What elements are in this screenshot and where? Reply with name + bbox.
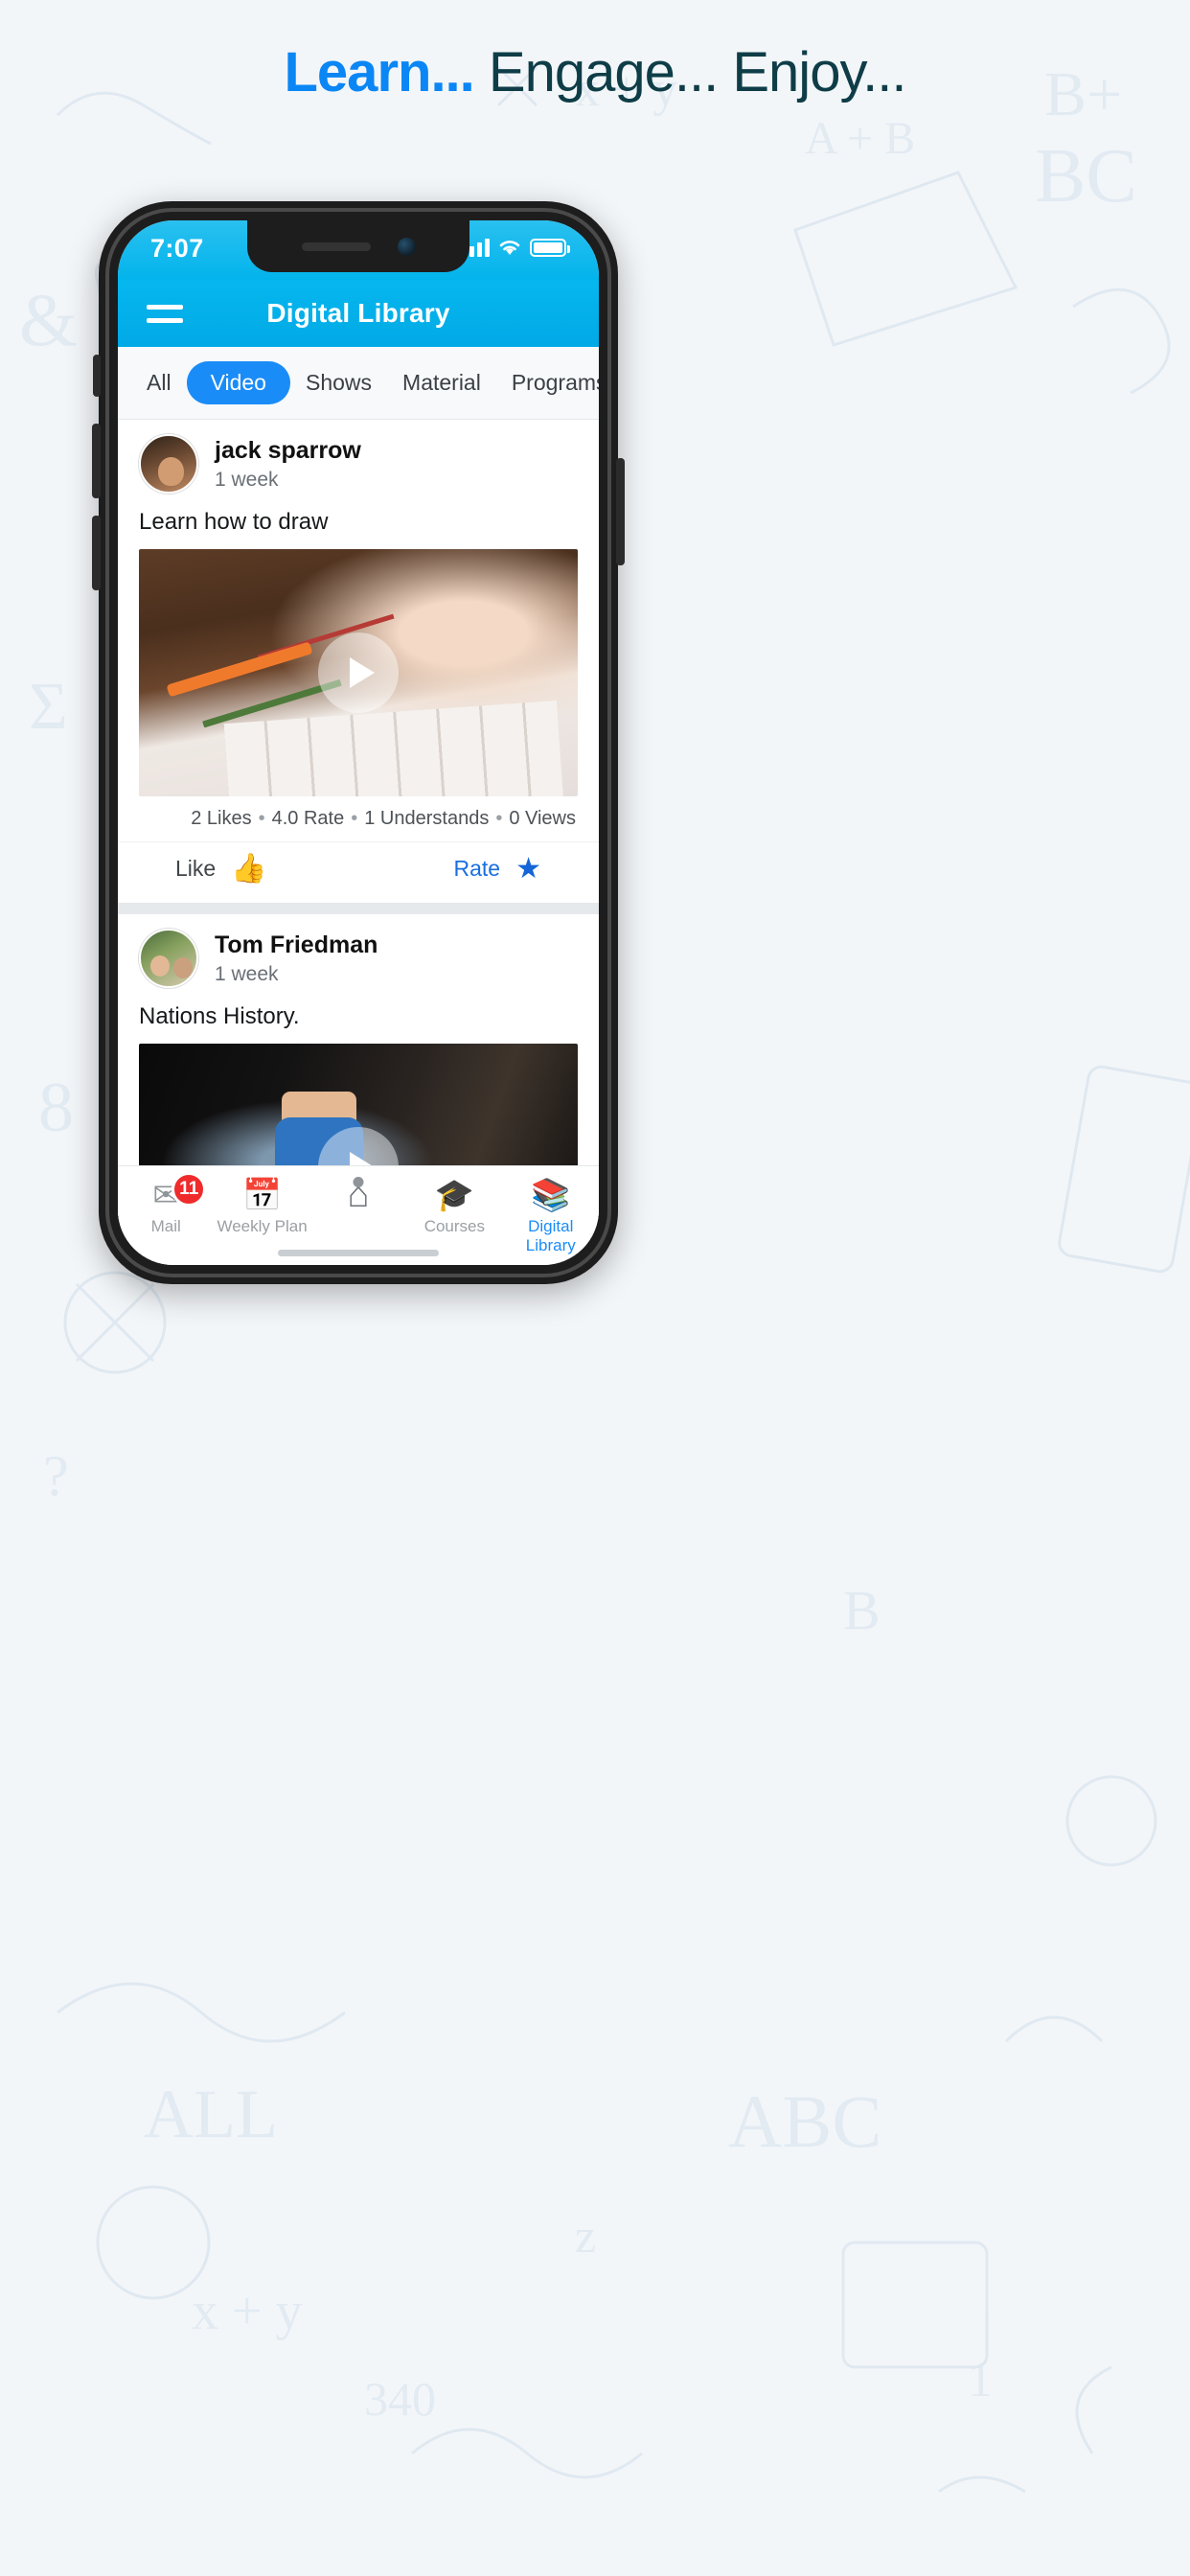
app-bar: Digital Library xyxy=(118,280,599,347)
post-header: Tom Friedman 1 week xyxy=(118,914,599,996)
like-label: Like xyxy=(175,856,217,881)
tab-shows[interactable]: Shows xyxy=(290,361,387,404)
phone-body: 7:07 Digital Library All Video Shows Mat… xyxy=(109,212,607,1274)
phone-notch xyxy=(247,220,469,272)
tab-material[interactable]: Material xyxy=(387,361,496,404)
power-button[interactable] xyxy=(616,458,625,565)
like-button[interactable]: Like 👍 xyxy=(175,852,267,886)
nav-label-mail: Mail xyxy=(150,1217,181,1235)
nav-item-courses[interactable]: 🎓 Courses xyxy=(406,1178,502,1236)
star-icon[interactable]: ★ xyxy=(515,852,541,886)
books-icon: 📚 xyxy=(531,1177,571,1212)
headline-word-engage: Engage... xyxy=(488,41,719,104)
avatar[interactable] xyxy=(139,434,198,494)
calendar-icon: 📅 xyxy=(242,1177,283,1212)
status-icons xyxy=(462,234,570,257)
headline-word-enjoy: Enjoy... xyxy=(732,41,906,104)
post-feed[interactable]: jack sparrow 1 week Learn how to draw 2 … xyxy=(118,420,599,1255)
svg-text:340: 340 xyxy=(364,2372,436,2426)
post-author[interactable]: jack sparrow xyxy=(215,436,361,465)
svg-text:B: B xyxy=(843,1579,881,1642)
post-header: jack sparrow 1 week xyxy=(118,420,599,501)
stat-separator: • xyxy=(495,808,503,829)
svg-text:BC: BC xyxy=(1035,134,1137,218)
post-text: Nations History. xyxy=(139,1003,300,1029)
bottom-navigation: ✉ 11 Mail 📅 Weekly Plan ⌂ 🎓 Courses 📚 Di… xyxy=(118,1165,599,1265)
post-stats: 2 Likes • 4.0 Rate • 1 Understands • 0 V… xyxy=(118,796,599,841)
stat-views: 0 Views xyxy=(509,808,576,829)
nav-label-courses: Courses xyxy=(423,1217,486,1235)
svg-text:8: 8 xyxy=(38,1069,74,1147)
svg-text:&: & xyxy=(19,278,78,361)
stat-separator: • xyxy=(258,808,265,829)
phone-mockup: 7:07 Digital Library All Video Shows Mat… xyxy=(92,201,625,1284)
stat-understands: 1 Understands xyxy=(364,808,490,829)
headline-word-learn: Learn... xyxy=(284,41,475,104)
page-title: Digital Library xyxy=(266,298,450,328)
svg-text:?: ? xyxy=(43,1444,69,1507)
post-text: Learn how to draw xyxy=(139,509,329,535)
svg-text:ABC: ABC xyxy=(728,2080,881,2163)
svg-text:Σ: Σ xyxy=(29,670,68,744)
post-video-thumbnail[interactable] xyxy=(139,549,578,796)
post-meta: jack sparrow 1 week xyxy=(215,436,361,492)
filter-tabs: All Video Shows Material Programs xyxy=(118,347,599,420)
post-meta: Tom Friedman 1 week xyxy=(215,931,378,986)
stat-rate: 4.0 Rate xyxy=(271,808,345,829)
phone-screen: 7:07 Digital Library All Video Shows Mat… xyxy=(118,220,599,1265)
tab-video[interactable]: Video xyxy=(186,361,290,404)
home-indicator-bar xyxy=(278,1250,439,1256)
post-actions: Like 👍 Rate ★ xyxy=(118,841,599,903)
avatar[interactable] xyxy=(139,929,198,988)
hamburger-menu-icon[interactable] xyxy=(147,304,183,323)
volume-down-button[interactable] xyxy=(92,516,101,590)
svg-text:x + y: x + y xyxy=(192,2282,303,2341)
volume-up-button[interactable] xyxy=(92,424,101,498)
stat-separator: • xyxy=(351,808,358,829)
post-timestamp: 1 week xyxy=(215,469,279,491)
svg-text:A + B: A + B xyxy=(805,113,915,164)
status-clock: 7:07 xyxy=(150,234,204,263)
nav-item-home[interactable]: ⌂ xyxy=(310,1177,406,1213)
nav-item-mail[interactable]: ✉ 11 Mail xyxy=(118,1172,214,1236)
svg-text:1: 1 xyxy=(968,2353,993,2407)
feed-divider xyxy=(118,903,599,914)
wifi-icon xyxy=(499,240,520,255)
rate-button[interactable]: Rate ★ xyxy=(454,852,542,886)
mail-badge: 11 xyxy=(172,1172,207,1207)
front-camera xyxy=(397,237,416,256)
status-bar: 7:07 xyxy=(118,220,599,280)
tab-all[interactable]: All xyxy=(131,361,187,404)
thumbs-up-icon[interactable]: 👍 xyxy=(231,852,266,886)
home-indicator-dot xyxy=(353,1177,364,1187)
svg-text:ALL: ALL xyxy=(144,2076,278,2152)
battery-icon xyxy=(530,238,570,257)
post-author[interactable]: Tom Friedman xyxy=(215,931,378,959)
graduation-cap-icon: 🎓 xyxy=(434,1177,474,1212)
nav-item-weekly-plan[interactable]: 📅 Weekly Plan xyxy=(214,1178,309,1236)
play-icon[interactable] xyxy=(318,632,399,713)
earpiece-speaker xyxy=(301,242,371,251)
post-timestamp: 1 week xyxy=(215,963,279,985)
svg-text:z: z xyxy=(575,2209,596,2263)
rate-label: Rate xyxy=(453,856,501,881)
nav-label-weekly-plan: Weekly Plan xyxy=(217,1217,308,1235)
nav-item-digital-library[interactable]: 📚 Digital Library xyxy=(503,1178,599,1255)
mute-switch[interactable] xyxy=(93,355,101,397)
post-card: jack sparrow 1 week Learn how to draw 2 … xyxy=(118,420,599,903)
stat-likes: 2 Likes xyxy=(191,808,252,829)
nav-label-digital-library: Digital Library xyxy=(525,1217,576,1254)
tab-programs[interactable]: Programs xyxy=(496,361,599,404)
page-headline: Learn... Engage... Enjoy... xyxy=(0,40,1190,104)
